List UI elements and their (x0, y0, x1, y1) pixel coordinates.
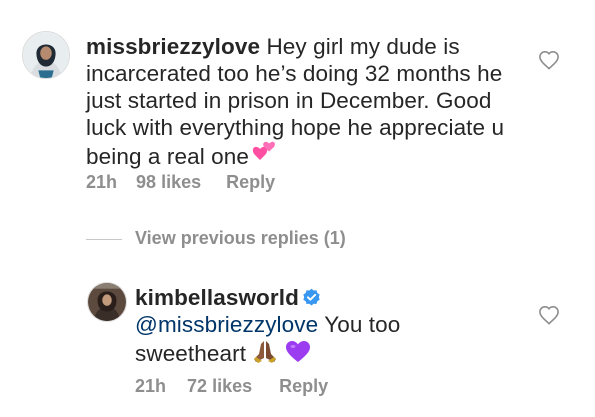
avatar-image (88, 283, 126, 321)
view-previous-replies-button[interactable]: View previous replies (1) (135, 228, 346, 249)
folded-hands-icon (252, 338, 278, 370)
comment-meta: 21h 98 likes Reply (86, 172, 275, 193)
heart-icon[interactable] (538, 305, 560, 325)
avatar[interactable] (87, 282, 127, 322)
comment-meta: 21h 72 likes Reply (135, 376, 328, 397)
comment-time: 21h (135, 376, 167, 396)
two-hearts-icon (249, 141, 277, 173)
comment-text: kimbellasworld @missbriezzylove You too … (135, 284, 495, 370)
reply-button[interactable]: Reply (226, 172, 275, 193)
mention-link[interactable]: @missbriezzylove (135, 312, 318, 337)
purple-heart-icon (285, 340, 311, 370)
reply-button[interactable]: Reply (279, 376, 328, 397)
comment-username[interactable]: missbriezzylove (86, 34, 260, 59)
avatar[interactable] (22, 31, 70, 79)
comment-username[interactable]: kimbellasworld (135, 285, 299, 310)
verified-badge-icon (302, 288, 321, 307)
comment-likes[interactable]: 72 likes (187, 376, 252, 397)
comment-likes[interactable]: 98 likes (136, 172, 201, 193)
avatar-image (23, 32, 69, 78)
replies-divider (86, 239, 122, 240)
comment-time: 21h (86, 172, 118, 192)
comment-text: missbriezzylove Hey girl my dude is inca… (86, 33, 506, 173)
heart-icon[interactable] (538, 50, 560, 70)
